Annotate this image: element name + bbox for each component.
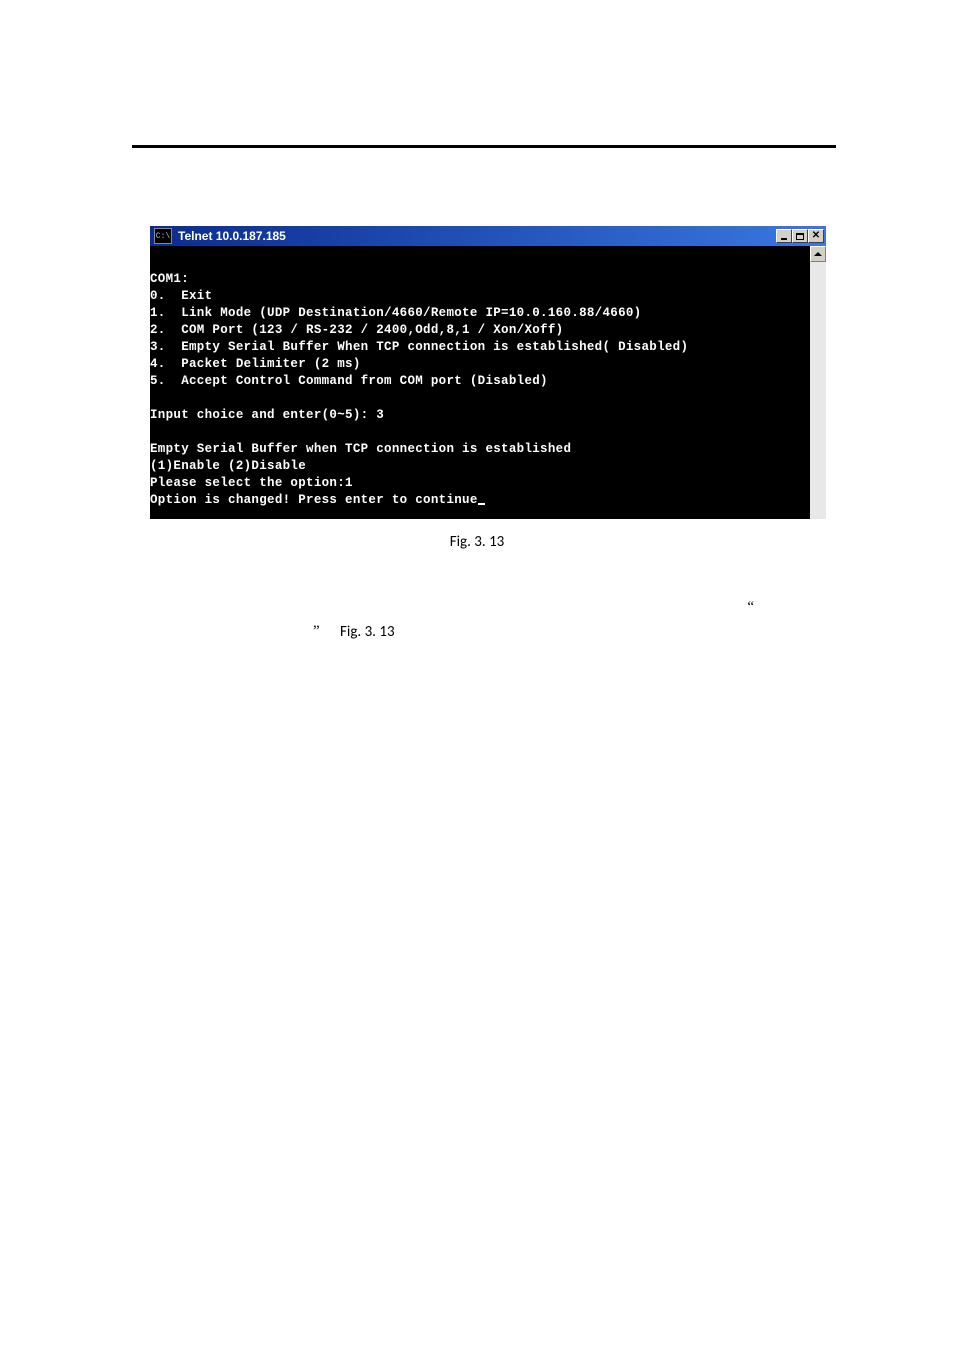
window-titlebar[interactable]: C:\ Telnet 10.0.187.185 ✕ xyxy=(150,226,826,246)
cmd-icon: C:\ xyxy=(154,228,172,244)
header-rule xyxy=(132,145,836,148)
console-line: 3. Empty Serial Buffer When TCP connecti… xyxy=(150,340,688,354)
console-line: Option is changed! Press enter to contin… xyxy=(150,493,478,507)
text-cursor xyxy=(478,503,485,505)
console-line: COM1: xyxy=(150,272,189,286)
console-area: COM1: 0. Exit 1. Link Mode (UDP Destinat… xyxy=(150,246,826,519)
console-line: Please select the option:1 xyxy=(150,476,353,490)
console-line: 2. COM Port (123 / RS-232 / 2400,Odd,8,1… xyxy=(150,323,563,337)
window-controls: ✕ xyxy=(776,229,824,245)
console-line: 5. Accept Control Command from COM port … xyxy=(150,374,548,388)
console-line: 4. Packet Delimiter (2 ms) xyxy=(150,357,361,371)
vertical-scrollbar[interactable] xyxy=(810,246,826,519)
console-line: 0. Exit xyxy=(150,289,212,303)
close-quote: ” xyxy=(313,623,320,640)
console-line: Empty Serial Buffer when TCP connection … xyxy=(150,442,571,456)
console-line: Input choice and enter(0~5): 3 xyxy=(150,408,384,422)
document-page: C:\ Telnet 10.0.187.185 ✕ COM1: 0. Exit … xyxy=(0,145,954,641)
close-button[interactable]: ✕ xyxy=(808,229,824,243)
console-line: (1)Enable (2)Disable xyxy=(150,459,306,473)
minimize-button[interactable] xyxy=(776,229,792,243)
console-line: 1. Link Mode (UDP Destination/4660/Remot… xyxy=(150,306,641,320)
console-output[interactable]: COM1: 0. Exit 1. Link Mode (UDP Destinat… xyxy=(150,246,810,519)
window-title: Telnet 10.0.187.185 xyxy=(176,229,776,243)
maximize-button[interactable] xyxy=(792,229,808,243)
figure-caption-1: Fig. 3. 13 xyxy=(0,533,954,551)
open-quote: “ xyxy=(747,599,754,616)
scroll-track[interactable] xyxy=(810,262,826,519)
figure-caption-2: Fig. 3. 13 xyxy=(340,623,954,641)
telnet-window: C:\ Telnet 10.0.187.185 ✕ COM1: 0. Exit … xyxy=(150,226,826,519)
scroll-up-button[interactable] xyxy=(810,246,826,262)
arrow-up-icon xyxy=(814,252,822,256)
